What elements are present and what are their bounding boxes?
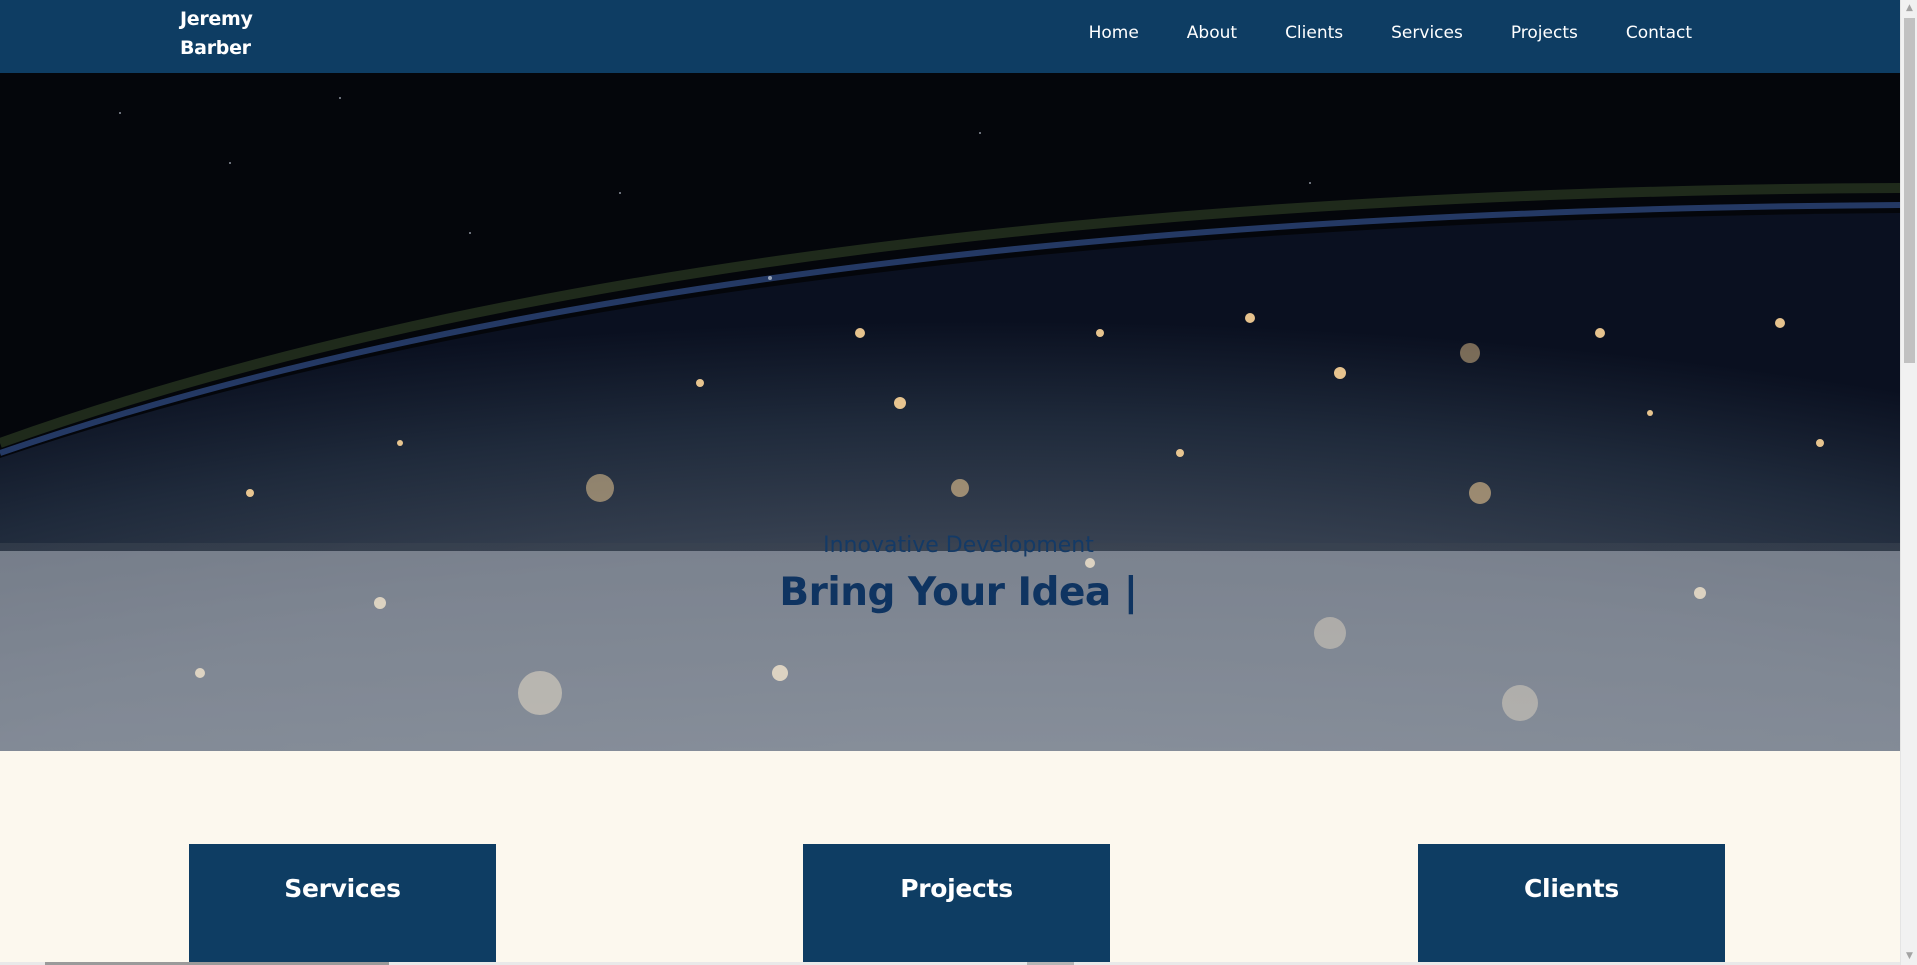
- nav-about-link[interactable]: About: [1187, 23, 1237, 43]
- nav-services-link[interactable]: Services: [1391, 23, 1463, 43]
- nav-clients-link[interactable]: Clients: [1285, 23, 1343, 43]
- page: Jeremy Barber Home About Clients Service…: [0, 0, 1900, 965]
- nav-home-link[interactable]: Home: [1089, 23, 1139, 43]
- vertical-scroll-thumb[interactable]: [1904, 18, 1915, 363]
- vertical-scrollbar[interactable]: ▲ ▼: [1900, 0, 1917, 965]
- projects-card-title: Projects: [900, 874, 1013, 903]
- hero-title: Bring Your Idea |: [779, 570, 1138, 615]
- main-nav: Home About Clients Services Projects Con…: [1089, 0, 1692, 66]
- hero-section: [0, 73, 1900, 751]
- services-card[interactable]: Services: [189, 844, 496, 965]
- navbar: Jeremy Barber Home About Clients Service…: [0, 0, 1900, 73]
- nav-contact-link[interactable]: Contact: [1626, 23, 1692, 43]
- scroll-up-arrow-icon[interactable]: ▲: [1901, 0, 1917, 17]
- scroll-down-arrow-icon[interactable]: ▼: [1901, 948, 1917, 965]
- nav-projects-link[interactable]: Projects: [1511, 23, 1578, 43]
- services-card-title: Services: [284, 874, 401, 903]
- hero-subtitle: Innovative Development: [823, 533, 1094, 558]
- clients-card-title: Clients: [1524, 874, 1619, 903]
- brand-first-name: Jeremy: [180, 8, 253, 30]
- projects-card[interactable]: Projects: [803, 844, 1110, 965]
- brand-logo[interactable]: Jeremy Barber: [180, 5, 300, 63]
- brand-last-name: Barber: [180, 37, 251, 59]
- clients-card[interactable]: Clients: [1418, 844, 1725, 965]
